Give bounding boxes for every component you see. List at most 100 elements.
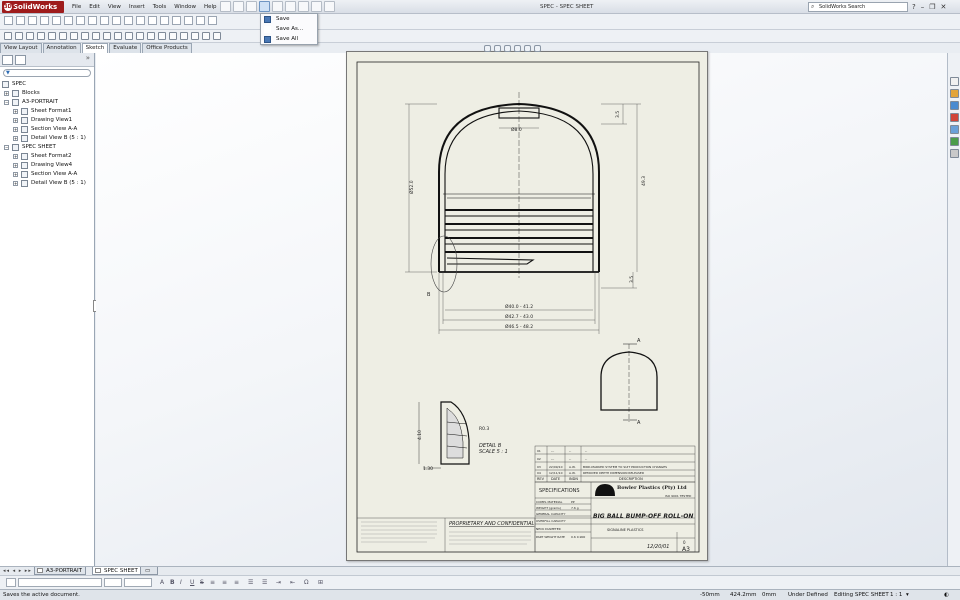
minimize-icon[interactable]: – — [921, 0, 925, 14]
pattern-icon[interactable] — [191, 32, 199, 40]
menu-file[interactable]: File — [68, 0, 85, 14]
tree-node-detail-view-2[interactable]: + Detail View B (5 : 1) — [0, 179, 94, 188]
numbering-icon[interactable]: ☰ — [262, 578, 267, 587]
solidworks-logo[interactable]: 3DS SolidWorks — [2, 1, 64, 13]
offset-icon[interactable] — [169, 32, 177, 40]
feature-manager-tab-icon[interactable] — [2, 55, 13, 65]
arc-icon[interactable] — [59, 32, 67, 40]
expand-icon[interactable]: + — [13, 136, 18, 141]
menu-help[interactable]: Help — [200, 0, 221, 14]
centerline-icon[interactable] — [172, 16, 181, 25]
trim-icon[interactable] — [147, 32, 155, 40]
point-icon[interactable] — [136, 32, 144, 40]
print-icon[interactable] — [272, 1, 283, 12]
tree-node-spec-sheet[interactable]: − SPEC SHEET — [0, 143, 94, 152]
italic-icon[interactable]: I — [180, 578, 182, 587]
collapse-icon[interactable]: − — [4, 100, 9, 105]
hatch-icon[interactable] — [196, 16, 205, 25]
tree-node-spec[interactable]: SPEC — [0, 80, 94, 89]
center-mark-icon[interactable] — [184, 16, 193, 25]
file-explorer-icon[interactable] — [950, 101, 959, 110]
break-view-icon[interactable] — [88, 16, 97, 25]
geometric-tolerance-icon[interactable] — [160, 16, 169, 25]
tree-node-section-view[interactable]: + Section View A-A — [0, 125, 94, 134]
tree-node-blocks[interactable]: + Blocks — [0, 89, 94, 98]
surface-finish-icon[interactable] — [136, 16, 145, 25]
solidworks-resources-icon[interactable] — [950, 77, 959, 86]
fillet-icon[interactable] — [103, 32, 111, 40]
bold-icon[interactable]: B — [170, 578, 175, 587]
open-recent-icon[interactable] — [246, 1, 257, 12]
expand-icon[interactable]: + — [13, 154, 18, 159]
height-select[interactable] — [124, 578, 152, 587]
font-size-select[interactable] — [104, 578, 122, 587]
crop-view-icon[interactable] — [64, 16, 73, 25]
smart-dimension-icon[interactable] — [100, 16, 109, 25]
tree-node-sheet-format1[interactable]: + Sheet Format1 — [0, 107, 94, 116]
tab-view-layout[interactable]: View Layout — [0, 43, 42, 53]
select-icon[interactable] — [298, 1, 309, 12]
view-palette-icon[interactable] — [950, 125, 959, 134]
sketch-icon[interactable] — [4, 32, 12, 40]
tab-sketch[interactable]: Sketch — [81, 43, 109, 53]
symbol-icon[interactable]: Ω — [304, 578, 309, 587]
rectangle-icon[interactable] — [26, 32, 34, 40]
collapse-icon[interactable]: − — [4, 145, 9, 150]
broken-view-icon[interactable] — [76, 16, 85, 25]
view-settings-icon[interactable] — [534, 45, 541, 52]
custom-properties-icon[interactable] — [950, 149, 959, 158]
property-manager-tab-icon[interactable] — [15, 55, 26, 65]
menu-window[interactable]: Window — [170, 0, 200, 14]
line-icon[interactable] — [15, 32, 23, 40]
options-icon[interactable] — [324, 1, 335, 12]
sheet-nav-arrows-icon[interactable]: ◂◂ ◂ ▸ ▸▸ — [3, 568, 32, 574]
expand-icon[interactable]: + — [13, 118, 18, 123]
text-icon[interactable] — [125, 32, 133, 40]
tree-node-section-view-2[interactable]: + Section View A-A — [0, 170, 94, 179]
balloon-icon[interactable] — [124, 16, 133, 25]
ellipse-icon[interactable] — [92, 32, 100, 40]
rebuild-icon[interactable] — [311, 1, 322, 12]
move-icon[interactable] — [202, 32, 210, 40]
expand-icon[interactable]: + — [13, 163, 18, 168]
appearances-icon[interactable] — [950, 137, 959, 146]
status-expand-icon[interactable]: ▾ — [906, 590, 909, 600]
indent-icon[interactable]: ⇥ — [276, 578, 281, 587]
save-icon[interactable] — [259, 1, 270, 12]
zoom-fit-icon[interactable] — [484, 45, 491, 52]
tree-node-drawing-view4[interactable]: + Drawing View4 — [0, 161, 94, 170]
expand-icon[interactable]: + — [13, 127, 18, 132]
circle-icon[interactable] — [48, 32, 56, 40]
stack-icon[interactable]: ⊞ — [318, 578, 323, 587]
spline-icon[interactable] — [81, 32, 89, 40]
undo-icon[interactable] — [285, 1, 296, 12]
rotate-icon[interactable] — [514, 45, 521, 52]
slot-icon[interactable] — [37, 32, 45, 40]
save-menu-item[interactable]: Save — [261, 14, 317, 24]
expand-panel-icon[interactable]: » — [86, 54, 90, 62]
new-document-icon[interactable] — [220, 1, 231, 12]
outdent-icon[interactable]: ⇤ — [290, 578, 295, 587]
tree-node-sheet-format2[interactable]: + Sheet Format2 — [0, 152, 94, 161]
rebuild-status-icon[interactable]: ◐ — [944, 590, 949, 600]
font-color-icon[interactable]: A — [160, 578, 164, 587]
tree-node-a3-portrait[interactable]: − A3-PORTRAIT — [0, 98, 94, 107]
bullets-icon[interactable]: ☰ — [248, 578, 253, 587]
menu-edit[interactable]: Edit — [85, 0, 104, 14]
status-scale[interactable]: 1 : 1 — [890, 590, 902, 600]
menu-tools[interactable]: Tools — [149, 0, 171, 14]
convert-icon[interactable] — [158, 32, 166, 40]
open-folder-icon[interactable] — [233, 1, 244, 12]
datum-icon[interactable] — [148, 16, 157, 25]
close-icon[interactable]: ✕ — [941, 0, 947, 14]
menu-view[interactable]: View — [104, 0, 125, 14]
expand-icon[interactable]: + — [4, 91, 9, 96]
zoom-area-icon[interactable] — [494, 45, 501, 52]
font-style-icon[interactable] — [6, 578, 16, 587]
save-as-menu-item[interactable]: Save As... — [261, 24, 317, 34]
plane-icon[interactable] — [114, 32, 122, 40]
detail-view-icon[interactable] — [52, 16, 61, 25]
note-icon[interactable] — [112, 16, 121, 25]
tree-filter-input[interactable]: ▼ — [3, 69, 91, 77]
align-left-icon[interactable]: ≡ — [210, 578, 215, 587]
